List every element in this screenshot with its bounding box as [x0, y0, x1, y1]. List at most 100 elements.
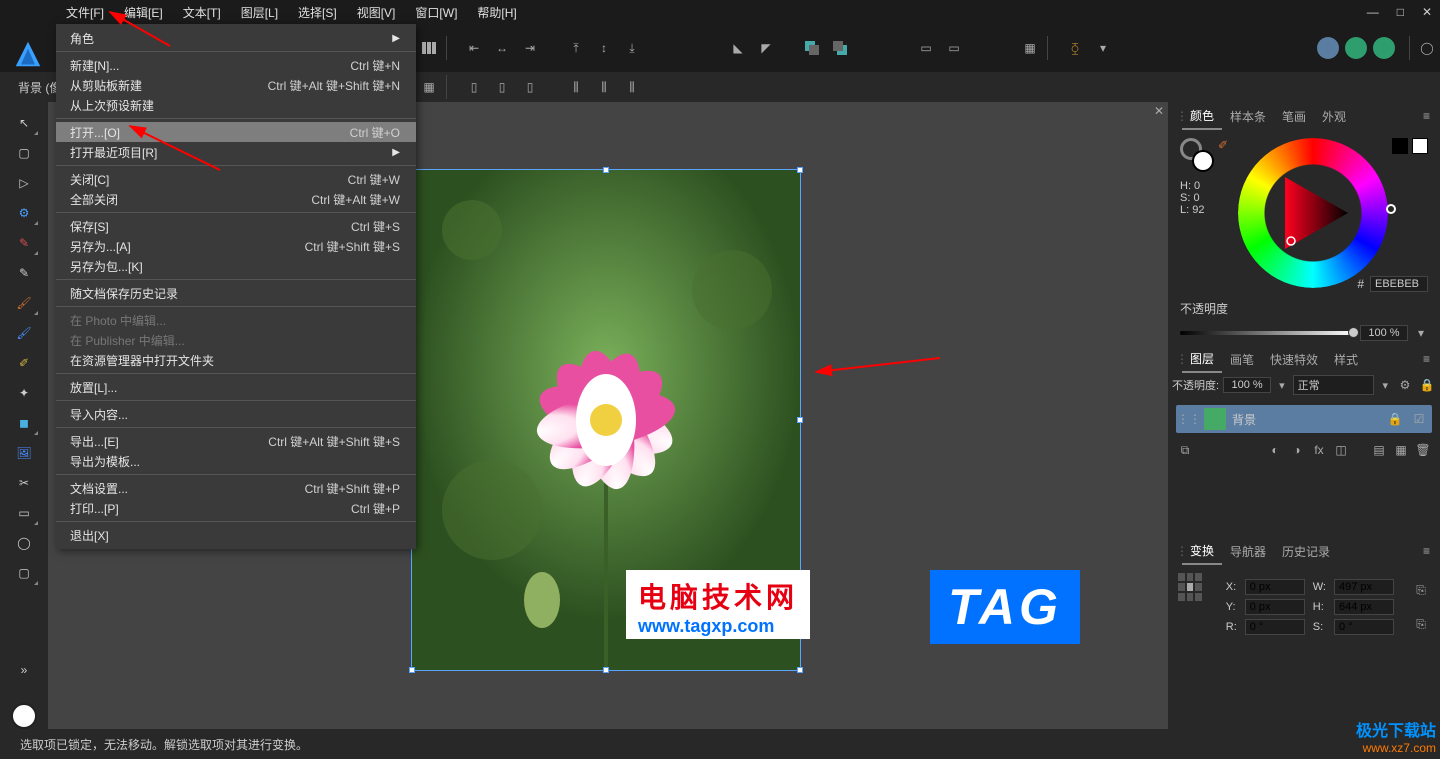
- more-tools-icon[interactable]: »: [8, 657, 40, 683]
- selection-handle[interactable]: [603, 167, 609, 173]
- selection-handle[interactable]: [797, 167, 803, 173]
- dist-left-icon[interactable]: ▯: [461, 74, 487, 100]
- hue-handle[interactable]: [1386, 204, 1396, 214]
- align-middle-icon[interactable]: ↕: [591, 35, 617, 61]
- persona-export-icon[interactable]: [1373, 37, 1395, 59]
- align-top-icon[interactable]: ⤒: [563, 35, 589, 61]
- dist-center-icon[interactable]: ▯: [489, 74, 515, 100]
- document-close-icon[interactable]: ✕: [1154, 104, 1164, 118]
- snap-magnet-icon[interactable]: ⧲: [1062, 35, 1088, 61]
- chevron-down-icon[interactable]: ▾: [1414, 326, 1428, 340]
- space-eq-icon[interactable]: ⫼: [619, 74, 645, 100]
- node-tool-icon[interactable]: ▷: [8, 170, 40, 196]
- menu-help[interactable]: 帮助[H]: [467, 0, 526, 24]
- snap-options-icon[interactable]: ▾: [1090, 35, 1116, 61]
- panel-handle-icon[interactable]: ⋮: [1174, 109, 1182, 123]
- align-center-h-icon[interactable]: ↔: [489, 35, 515, 61]
- tab-styles[interactable]: 样式: [1326, 347, 1366, 372]
- menu-item[interactable]: 从上次预设新建: [56, 95, 416, 115]
- tab-appearance[interactable]: 外观: [1314, 104, 1354, 129]
- flip-h-icon[interactable]: ◣: [725, 35, 751, 61]
- foreground-color-swatch[interactable]: [11, 703, 37, 729]
- pencil-tool-icon[interactable]: ✎: [8, 260, 40, 286]
- marquee-tool-icon[interactable]: ▢: [8, 140, 40, 166]
- menu-item[interactable]: 另存为...[A]Ctrl 键+Shift 键+S: [56, 236, 416, 256]
- gear-icon[interactable]: ⚙: [1396, 376, 1414, 394]
- order-backward-icon[interactable]: ▭: [941, 35, 967, 61]
- panel-menu-icon[interactable]: ≡: [1419, 540, 1434, 562]
- align-left-icon[interactable]: ⇤: [461, 35, 487, 61]
- eyedropper-icon[interactable]: ✐: [1218, 138, 1228, 152]
- dist-right-icon[interactable]: ▯: [517, 74, 543, 100]
- panel-menu-icon[interactable]: ≡: [1419, 348, 1434, 370]
- tab-layers[interactable]: 图层: [1182, 346, 1222, 373]
- tab-stroke[interactable]: 笔画: [1274, 104, 1314, 129]
- opacity-value[interactable]: 100 %: [1360, 325, 1408, 341]
- paint-brush-icon[interactable]: 🖌: [8, 320, 40, 346]
- persona-pixel-icon[interactable]: [1345, 37, 1367, 59]
- add-pixel-layer-icon[interactable]: ▦: [1392, 441, 1410, 459]
- menu-layer[interactable]: 图层[L]: [231, 0, 288, 24]
- delete-layer-icon[interactable]: 🗑: [1414, 441, 1432, 459]
- grid-icon[interactable]: ▦: [1017, 35, 1043, 61]
- input-x[interactable]: [1245, 579, 1305, 595]
- space-h-icon[interactable]: ⫼: [563, 74, 589, 100]
- tab-history[interactable]: 历史记录: [1274, 539, 1338, 564]
- menu-item[interactable]: 放置[L]...: [56, 377, 416, 397]
- arrange-back-icon[interactable]: [827, 35, 853, 61]
- menu-item-role[interactable]: 角色 ▶: [56, 28, 416, 48]
- move-tool-icon[interactable]: ↖: [8, 110, 40, 136]
- fill-stroke-selector[interactable]: [1180, 138, 1214, 172]
- panel-menu-icon[interactable]: ≡: [1419, 105, 1434, 127]
- menu-window[interactable]: 窗口[W]: [405, 0, 467, 24]
- rounded-rect-icon[interactable]: ▢: [8, 560, 40, 586]
- columns-icon[interactable]: [416, 35, 442, 61]
- crop-layer-icon[interactable]: ◫: [1332, 441, 1350, 459]
- grid-toggle-icon[interactable]: ▦: [416, 74, 442, 100]
- menu-item[interactable]: 另存为包...[K]: [56, 256, 416, 276]
- menu-item[interactable]: 退出[X]: [56, 525, 416, 545]
- prev-color-swatch[interactable]: [1392, 138, 1408, 154]
- tab-color[interactable]: 颜色: [1182, 103, 1222, 130]
- selection-handle[interactable]: [409, 667, 415, 673]
- input-y[interactable]: [1245, 599, 1305, 615]
- checkbox-icon[interactable]: ☑: [1410, 410, 1428, 428]
- lock-icon[interactable]: 🔒: [1386, 410, 1404, 428]
- menu-item[interactable]: 打印...[P]Ctrl 键+P: [56, 498, 416, 518]
- ellipse-shape-icon[interactable]: ◯: [8, 530, 40, 556]
- tab-brushes[interactable]: 画笔: [1222, 347, 1262, 372]
- selection-handle[interactable]: [603, 667, 609, 673]
- layer-copy-icon[interactable]: ⧉: [1176, 441, 1194, 459]
- chevron-down-icon[interactable]: ▾: [1378, 379, 1392, 392]
- order-forward-icon[interactable]: ▭: [913, 35, 939, 61]
- current-color-swatch[interactable]: [1412, 138, 1428, 154]
- crop-tool-icon[interactable]: ✂: [8, 470, 40, 496]
- menu-item[interactable]: 全部关闭Ctrl 键+Alt 键+W: [56, 189, 416, 209]
- minimize-button[interactable]: —: [1367, 5, 1379, 19]
- menu-item[interactable]: 新建[N]...Ctrl 键+N: [56, 55, 416, 75]
- panel-handle-icon[interactable]: ⋮: [1174, 544, 1182, 558]
- persona-designer-icon[interactable]: [1317, 37, 1339, 59]
- maximize-button[interactable]: □: [1397, 5, 1404, 19]
- menu-bar[interactable]: 文件[F] 编辑[E] 文本[T] 图层[L] 选择[S] 视图[V] 窗口[W…: [56, 0, 527, 24]
- menu-view[interactable]: 视图[V]: [347, 0, 406, 24]
- anchor-grid[interactable]: [1178, 573, 1202, 601]
- gradient-tool-icon[interactable]: ◼: [8, 410, 40, 436]
- menu-item[interactable]: 打开...[O]Ctrl 键+O: [56, 122, 416, 142]
- menu-item[interactable]: 关闭[C]Ctrl 键+W: [56, 169, 416, 189]
- menu-edit[interactable]: 编辑[E]: [114, 0, 173, 24]
- tab-transform[interactable]: 变换: [1182, 538, 1222, 565]
- eyedropper-icon[interactable]: ✐: [8, 350, 40, 376]
- fx-icon[interactable]: fx: [1310, 441, 1328, 459]
- input-r[interactable]: [1245, 619, 1305, 635]
- account-icon[interactable]: ◯: [1414, 35, 1440, 61]
- menu-select[interactable]: 选择[S]: [288, 0, 347, 24]
- panel-handle-icon[interactable]: ⋮: [1174, 352, 1182, 366]
- tab-effects[interactable]: 快速特效: [1262, 347, 1326, 372]
- menu-file[interactable]: 文件[F]: [56, 0, 114, 24]
- rect-shape-icon[interactable]: ▭: [8, 500, 40, 526]
- menu-item[interactable]: 保存[S]Ctrl 键+S: [56, 216, 416, 236]
- pen-tool-icon[interactable]: ✎: [8, 230, 40, 256]
- menu-text[interactable]: 文本[T]: [173, 0, 231, 24]
- input-h[interactable]: [1334, 599, 1394, 615]
